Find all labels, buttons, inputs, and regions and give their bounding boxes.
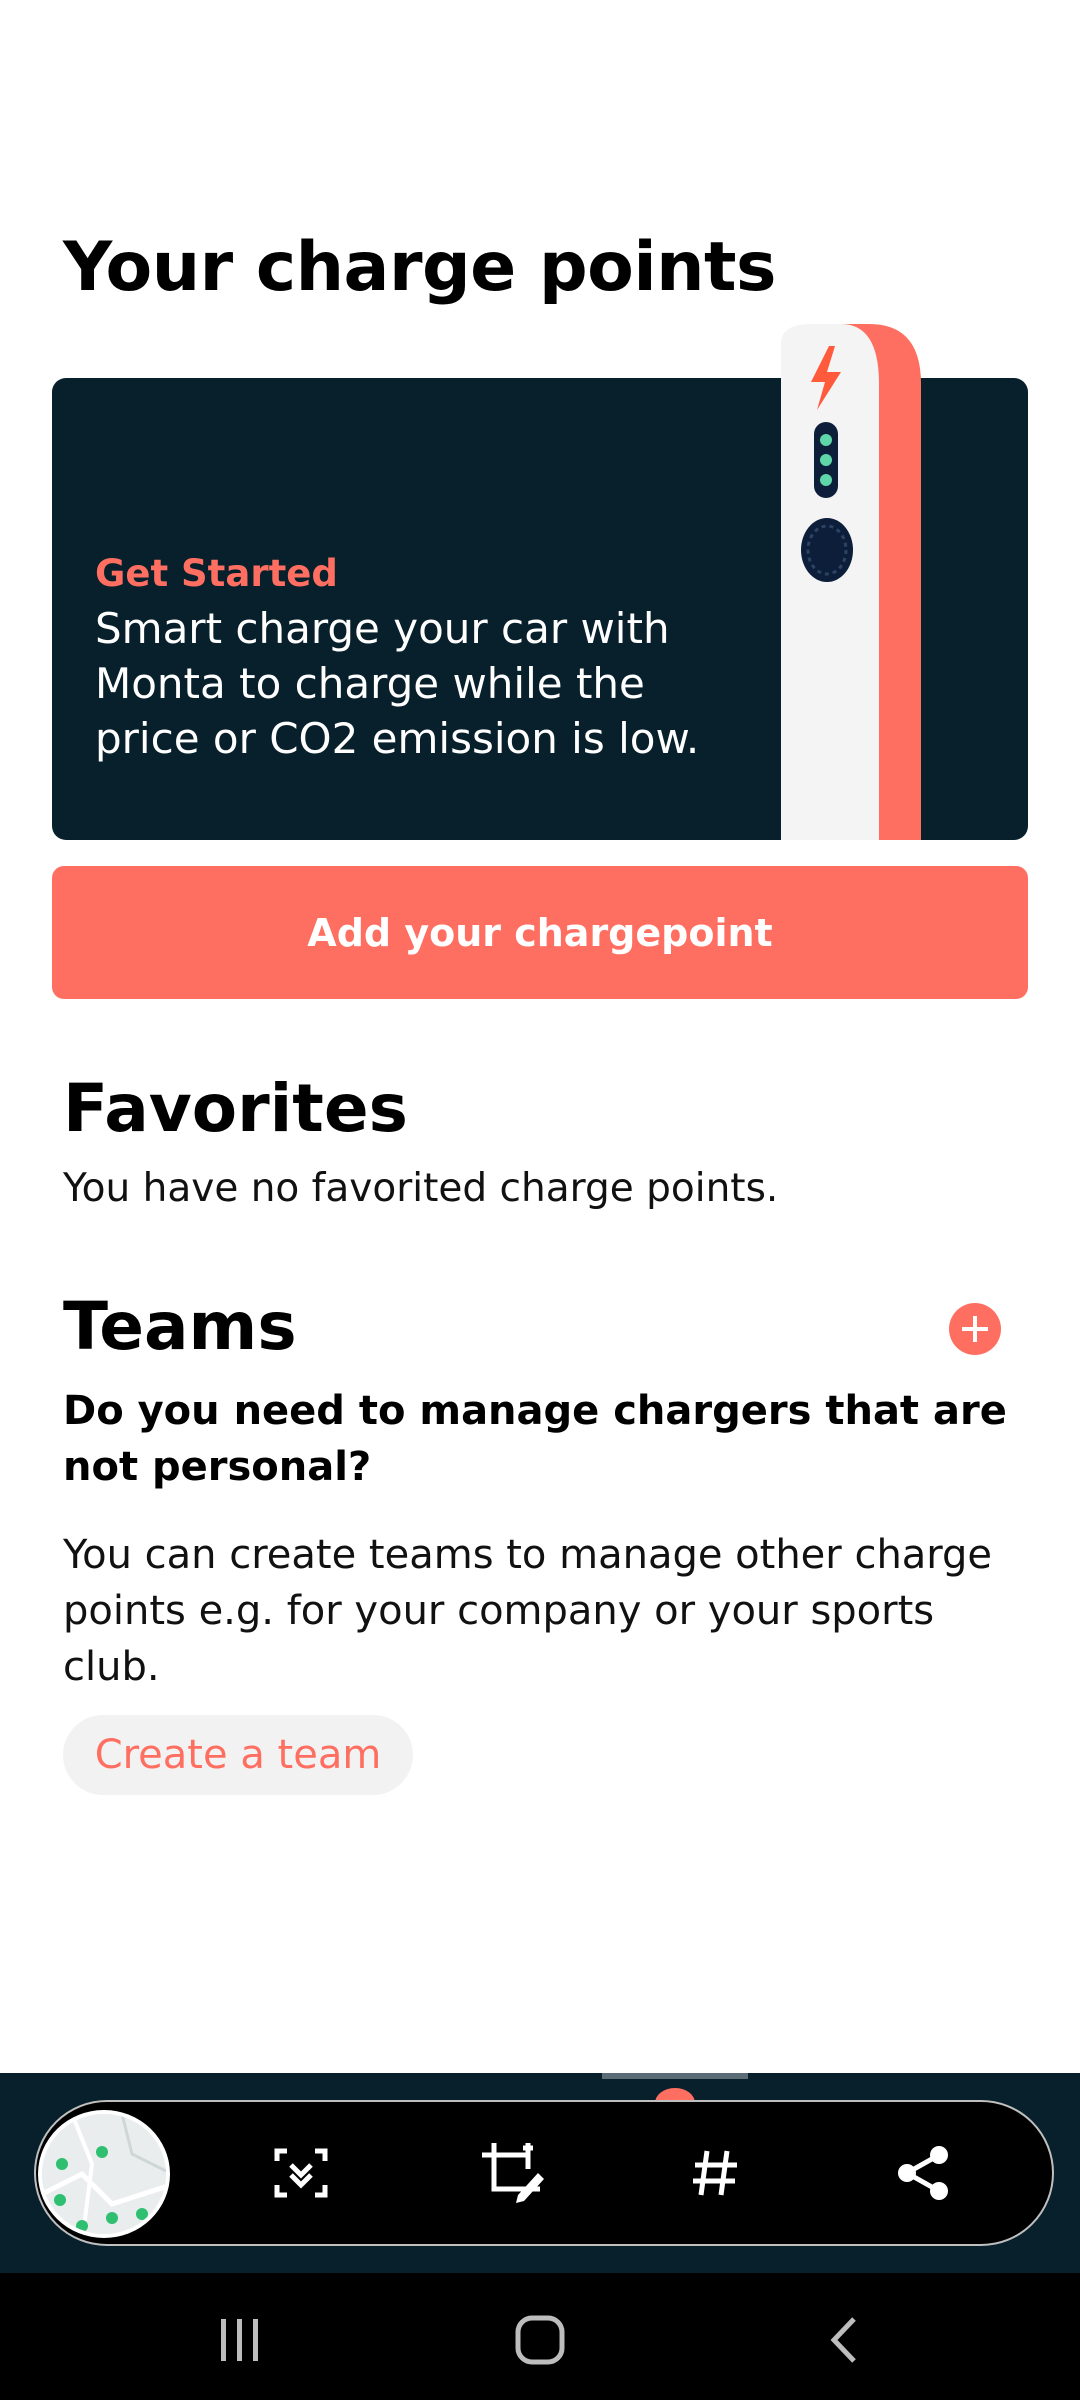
favorites-empty-text: You have no favorited charge points.: [63, 1166, 779, 1211]
teams-question: Do you need to manage chargers that are …: [63, 1388, 1007, 1490]
recents-icon[interactable]: [200, 2300, 280, 2380]
share-icon[interactable]: [885, 2135, 961, 2211]
add-chargepoint-button[interactable]: Add your chargepoint: [52, 866, 1028, 999]
scroll-capture-icon[interactable]: [263, 2135, 339, 2211]
home-icon[interactable]: [500, 2300, 580, 2380]
teams-title: Teams: [63, 1288, 297, 1365]
plus-circle-icon[interactable]: [949, 1303, 1001, 1355]
favorites-title: Favorites: [63, 1070, 408, 1147]
page-title: Your charge points: [63, 228, 777, 307]
promo-description: Smart charge your car with Monta to char…: [95, 604, 700, 763]
map-thumbnail[interactable]: [38, 2110, 170, 2238]
charge-points-screen: Your charge points Get Started Smart cha…: [0, 0, 1080, 2400]
wall-charger-illustration: [781, 324, 921, 840]
nav-active-indicator: [602, 2073, 748, 2079]
create-team-button[interactable]: Create a team: [63, 1715, 413, 1795]
back-icon[interactable]: [805, 2300, 885, 2380]
crop-edit-icon[interactable]: [474, 2135, 550, 2211]
teams-description: You can create teams to manage other cha…: [63, 1532, 993, 1690]
promo-eyebrow: Get Started: [95, 552, 338, 595]
hashtag-icon[interactable]: [677, 2135, 753, 2211]
